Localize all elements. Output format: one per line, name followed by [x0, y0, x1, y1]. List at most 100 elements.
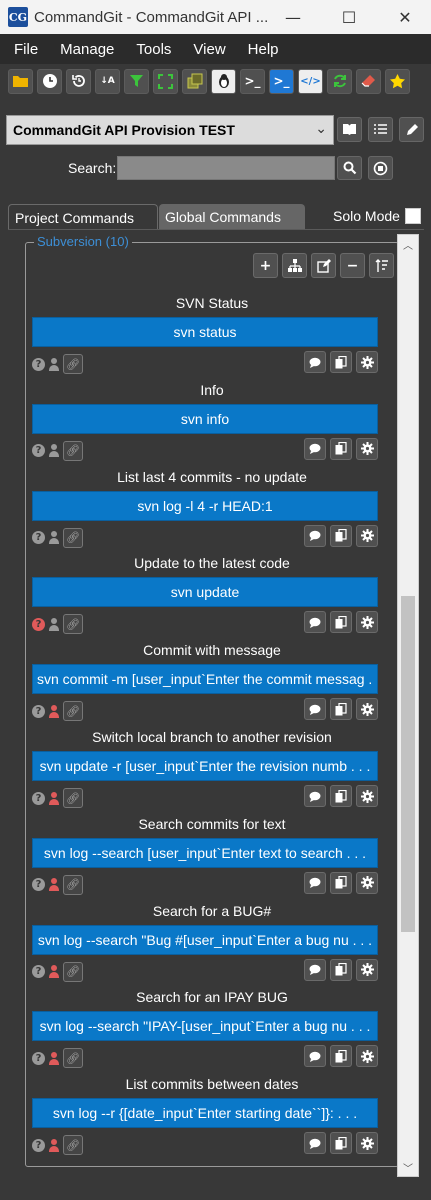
- scrollbar[interactable]: ︿ ﹀: [397, 234, 419, 1177]
- comment-icon[interactable]: [304, 785, 326, 807]
- help-icon[interactable]: ?: [32, 531, 45, 545]
- solo-mode-checkbox[interactable]: [405, 208, 421, 224]
- comment-icon[interactable]: [304, 611, 326, 634]
- comment-icon[interactable]: [304, 871, 326, 894]
- run-command-button[interactable]: svn info: [32, 403, 378, 434]
- terminal-icon[interactable]: >_: [240, 68, 265, 94]
- run-command-button[interactable]: svn update: [32, 577, 378, 608]
- copy-icon[interactable]: [330, 437, 352, 460]
- refresh-icon[interactable]: [327, 68, 352, 94]
- help-icon[interactable]: ?: [32, 791, 45, 805]
- run-command-button[interactable]: svn commit -m [user_input`Enter the comm…: [32, 664, 378, 695]
- linux-icon[interactable]: [211, 68, 236, 94]
- layers-icon[interactable]: [182, 68, 207, 94]
- settings-gear-icon[interactable]: [356, 698, 378, 721]
- copy-icon[interactable]: [330, 1132, 352, 1155]
- help-icon[interactable]: ?: [32, 704, 45, 718]
- comment-icon[interactable]: [304, 351, 326, 373]
- maximize-button[interactable]: ☐: [326, 0, 372, 34]
- run-command-button[interactable]: svn log --search "Bug #[user_input`Enter…: [32, 924, 378, 955]
- settings-gear-icon[interactable]: [356, 524, 378, 547]
- scroll-thumb[interactable]: [401, 596, 415, 932]
- stop-search-icon[interactable]: [368, 156, 393, 180]
- copy-icon[interactable]: [330, 351, 352, 373]
- comment-icon[interactable]: [304, 958, 326, 981]
- settings-gear-icon[interactable]: [356, 351, 378, 373]
- sort-icon[interactable]: [369, 253, 394, 278]
- tab-global-commands[interactable]: Global Commands: [159, 204, 305, 230]
- comment-icon[interactable]: [304, 524, 326, 547]
- link-icon[interactable]: 🔗︎: [63, 354, 83, 374]
- close-button[interactable]: ✕: [382, 0, 428, 34]
- copy-icon[interactable]: [330, 958, 352, 981]
- settings-gear-icon[interactable]: [356, 1045, 378, 1068]
- help-icon[interactable]: ?: [32, 1138, 45, 1152]
- help-icon[interactable]: ?: [32, 878, 45, 892]
- fullscreen-icon[interactable]: [153, 68, 178, 94]
- code-icon[interactable]: </>: [298, 68, 323, 94]
- comment-icon[interactable]: [304, 698, 326, 721]
- settings-gear-icon[interactable]: [356, 785, 378, 807]
- settings-gear-icon[interactable]: [356, 611, 378, 634]
- hierarchy-icon[interactable]: [282, 253, 307, 278]
- run-command-button[interactable]: svn update -r [user_input`Enter the revi…: [32, 751, 378, 781]
- copy-icon[interactable]: [330, 698, 352, 721]
- edit-icon[interactable]: [311, 253, 336, 278]
- menu-manage[interactable]: Manage: [60, 41, 114, 58]
- scroll-up-icon[interactable]: ︿: [398, 235, 418, 253]
- folder-open-icon[interactable]: [8, 68, 33, 94]
- search-icon[interactable]: [337, 156, 362, 180]
- link-icon[interactable]: 🔗︎: [63, 1135, 83, 1156]
- search-input[interactable]: [117, 156, 335, 180]
- tab-project-commands[interactable]: Project Commands: [8, 204, 158, 230]
- copy-icon[interactable]: [330, 785, 352, 807]
- add-icon[interactable]: +: [253, 253, 278, 278]
- help-icon[interactable]: ?: [32, 1051, 45, 1065]
- sort-az-icon[interactable]: ↓A: [95, 68, 120, 94]
- minimize-button[interactable]: —: [270, 0, 316, 34]
- eraser-icon[interactable]: [356, 68, 381, 94]
- run-command-button[interactable]: svn log --search [user_input`Enter text …: [32, 837, 378, 868]
- settings-gear-icon[interactable]: [356, 437, 378, 460]
- link-icon[interactable]: 🔗︎: [63, 701, 83, 722]
- run-command-button[interactable]: svn status: [32, 317, 378, 347]
- link-icon[interactable]: 🔗︎: [63, 440, 83, 461]
- copy-icon[interactable]: [330, 871, 352, 894]
- run-command-button[interactable]: svn log --r {[date_input`Enter starting …: [32, 1098, 378, 1129]
- scroll-down-icon[interactable]: ﹀: [398, 1158, 418, 1176]
- menu-file[interactable]: File: [14, 41, 38, 58]
- minus-icon[interactable]: −: [340, 253, 365, 278]
- clock-icon[interactable]: [37, 68, 62, 94]
- star-icon[interactable]: [385, 68, 410, 94]
- history-icon[interactable]: [66, 68, 91, 94]
- help-icon[interactable]: ?: [32, 357, 45, 371]
- settings-gear-icon[interactable]: [356, 871, 378, 894]
- book-icon[interactable]: [337, 117, 362, 142]
- copy-icon[interactable]: [330, 1045, 352, 1068]
- run-command-button[interactable]: svn log --search "IPAY-[user_input`Enter…: [32, 1011, 378, 1042]
- filter-icon[interactable]: [124, 68, 149, 94]
- run-command-button[interactable]: svn log -l 4 -r HEAD:1: [32, 490, 378, 521]
- copy-icon[interactable]: [330, 524, 352, 547]
- menu-view[interactable]: View: [193, 41, 225, 58]
- menu-help[interactable]: Help: [248, 41, 279, 58]
- powershell-icon[interactable]: >_: [269, 68, 294, 94]
- help-icon[interactable]: ?: [32, 617, 45, 631]
- settings-gear-icon[interactable]: [356, 1132, 378, 1155]
- comment-icon[interactable]: [304, 1045, 326, 1068]
- provision-select[interactable]: CommandGit API Provision TEST ⌄: [6, 115, 334, 145]
- link-icon[interactable]: 🔗︎: [63, 1048, 83, 1069]
- pencil-icon[interactable]: [399, 117, 424, 142]
- settings-gear-icon[interactable]: [356, 958, 378, 981]
- help-icon[interactable]: ?: [32, 965, 45, 979]
- link-icon[interactable]: 🔗︎: [63, 788, 83, 808]
- help-icon[interactable]: ?: [32, 444, 45, 458]
- menu-tools[interactable]: Tools: [136, 41, 171, 58]
- link-icon[interactable]: 🔗︎: [63, 614, 83, 635]
- link-icon[interactable]: 🔗︎: [63, 527, 83, 548]
- link-icon[interactable]: 🔗︎: [63, 961, 83, 982]
- comment-icon[interactable]: [304, 437, 326, 460]
- comment-icon[interactable]: [304, 1132, 326, 1155]
- link-icon[interactable]: 🔗︎: [63, 874, 83, 895]
- copy-icon[interactable]: [330, 611, 352, 634]
